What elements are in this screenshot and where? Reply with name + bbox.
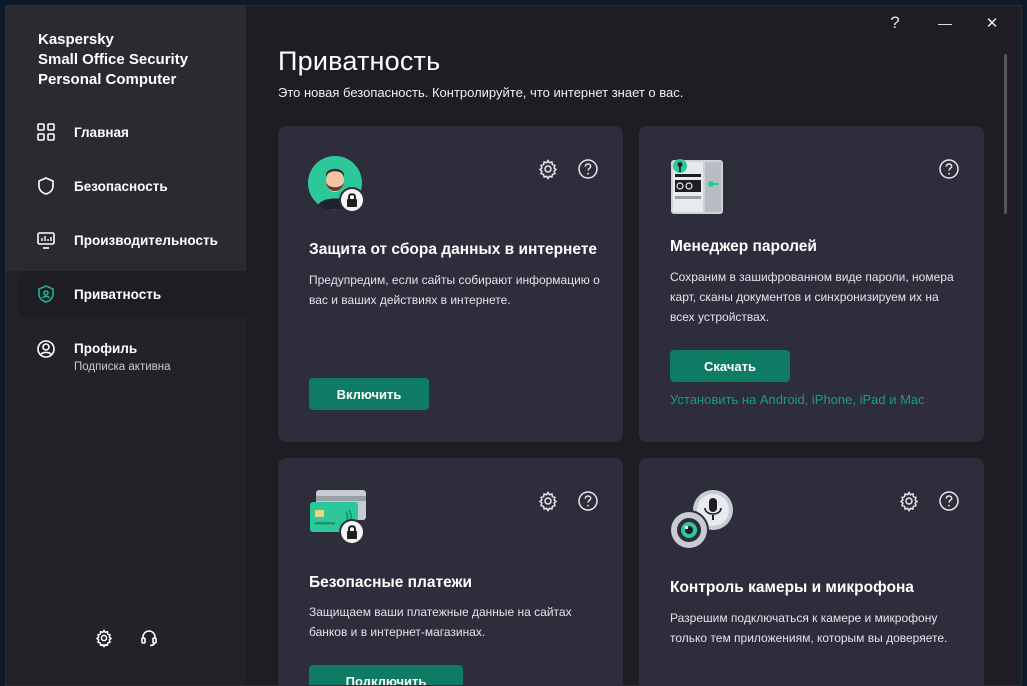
safe-payments-cards-icon <box>308 488 368 548</box>
page-subtitle: Это новая безопасность. Контролируйте, ч… <box>278 85 684 100</box>
home-grid-icon <box>36 122 56 142</box>
install-mobile-link[interactable]: Установить на Android, iPhone, iPad и Ma… <box>670 392 925 407</box>
privacy-shield-icon <box>36 284 56 304</box>
sidebar: Kaspersky Small Office Security Personal… <box>6 6 246 685</box>
app-title: Kaspersky Small Office Security Personal… <box>38 30 238 90</box>
card-description: Разрешим подключаться к камере и микрофо… <box>670 611 948 645</box>
card-description: Сохраним в зашифрованном виде пароли, но… <box>670 270 954 324</box>
scrollbar[interactable] <box>1004 54 1007 214</box>
close-button[interactable]: ✕ <box>980 12 1004 34</box>
card-title: Безопасные платежи <box>309 574 473 591</box>
sidebar-item-security[interactable]: Безопасность <box>18 163 246 209</box>
card-help-icon[interactable] <box>577 490 599 512</box>
support-headset-icon[interactable] <box>139 628 159 648</box>
sidebar-item-label: Профиль <box>74 341 138 356</box>
card-settings-gear-icon[interactable] <box>537 158 559 180</box>
sidebar-item-label: Главная <box>74 124 129 140</box>
card-help-icon[interactable] <box>938 490 960 512</box>
page-title: Приватность <box>278 46 441 76</box>
card-settings-gear-icon[interactable] <box>898 490 920 512</box>
sidebar-item-label: Производительность <box>74 232 218 248</box>
app-title-line-2: Small Office Security <box>38 51 189 68</box>
sidebar-item-performance[interactable]: Производительность <box>18 217 246 263</box>
card-title: Защита от сбора данных в интернете <box>309 241 598 258</box>
sidebar-item-label: Приватность <box>74 286 162 302</box>
help-button[interactable]: ? <box>883 12 907 34</box>
card-password-manager: Менеджер паролей Сохраним в зашифрованно… <box>639 126 984 442</box>
tracking-protection-icon <box>308 156 368 216</box>
download-button[interactable]: Скачать <box>670 350 790 382</box>
profile-icon <box>36 339 56 359</box>
card-description: Предупредим, если сайты собирают информа… <box>309 273 600 307</box>
card-title: Менеджер паролей <box>670 238 817 255</box>
performance-monitor-icon <box>36 230 56 250</box>
sidebar-item-profile[interactable]: Профиль Подписка активна <box>18 333 246 379</box>
connect-button[interactable]: Подключить <box>309 665 463 685</box>
shield-icon <box>36 176 56 196</box>
sidebar-item-privacy[interactable]: Приватность <box>18 271 246 317</box>
sidebar-item-label: Безопасность <box>74 178 168 194</box>
card-tracking-protection: Защита от сбора данных в интернете Преду… <box>278 126 623 442</box>
card-description: Защищаем ваши платежные данные на сайтах… <box>309 605 572 639</box>
card-title: Контроль камеры и микрофона <box>670 579 914 596</box>
card-settings-gear-icon[interactable] <box>537 490 559 512</box>
card-camera-microphone: Контроль камеры и микрофона Разрешим под… <box>639 458 984 685</box>
app-title-line-1: Kaspersky <box>38 31 114 48</box>
app-window: Kaspersky Small Office Security Personal… <box>5 5 1022 686</box>
minimize-button[interactable]: — <box>933 12 957 34</box>
enable-button[interactable]: Включить <box>309 378 429 410</box>
card-help-icon[interactable] <box>938 158 960 180</box>
password-manager-safe-icon <box>669 156 729 216</box>
camera-microphone-icon <box>669 488 733 550</box>
settings-gear-icon[interactable] <box>94 628 114 648</box>
sidebar-item-home[interactable]: Главная <box>18 109 246 155</box>
main-content: ? — ✕ Приватность Это новая безопасность… <box>246 6 1021 685</box>
app-title-line-3: Personal Computer <box>38 71 177 88</box>
card-help-icon[interactable] <box>577 158 599 180</box>
card-safe-payments: Безопасные платежи Защищаем ваши платежн… <box>278 458 623 685</box>
subscription-status: Подписка активна <box>74 361 171 373</box>
